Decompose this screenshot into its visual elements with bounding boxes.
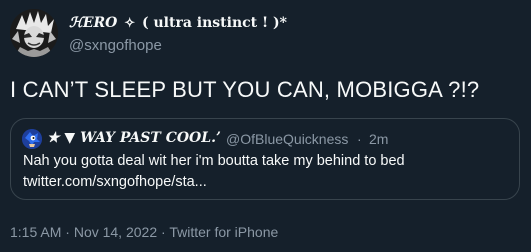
tweet-text: I CAN’T SLEEP BUT YOU CAN, MOBIGGA ?!? [10, 77, 480, 102]
quoted-avatar[interactable] [22, 129, 42, 149]
author-handle[interactable]: @sxngofhope [69, 37, 162, 54]
quoted-separator: · [357, 131, 362, 147]
quoted-handle[interactable]: @OfBlueQuickness [226, 131, 348, 147]
avatar-image [10, 9, 58, 57]
meta-separator: · [65, 224, 70, 240]
tweet-meta: 1:15 AM · Nov 14, 2022 · Twitter for iPh… [10, 224, 278, 240]
author-display-name[interactable]: ℋERO ✧ ( ultra instinct ! )* [69, 15, 287, 31]
author-name-suffix: ( ultra instinct ! )* [142, 15, 287, 31]
author-name-prefix: ℋERO [69, 15, 118, 31]
tweet-container: ℋERO ✧ ( ultra instinct ! )* @sxngofhope… [0, 0, 531, 252]
quoted-tweet-card[interactable]: ★ ▼ WAY PAST COOL.’ @OfBlueQuickness · 2… [10, 118, 520, 200]
meta-separator: · [161, 224, 166, 240]
tweet-date[interactable]: Nov 14, 2022 [74, 224, 157, 240]
quoted-time[interactable]: 2m [369, 131, 388, 147]
quoted-display-name[interactable]: ★ ▼ WAY PAST COOL.’ [47, 130, 221, 146]
avatar[interactable] [10, 9, 58, 57]
tweet-time[interactable]: 1:15 AM [10, 224, 61, 240]
tweet-source[interactable]: Twitter for iPhone [169, 224, 278, 240]
quoted-avatar-image [22, 129, 42, 149]
sparkle-icon: ✧ [124, 16, 136, 31]
quoted-text-link[interactable]: twitter.com/sxngofhope/sta... [23, 174, 207, 190]
quoted-text-line-1: Nah you gotta deal wit her i'm boutta ta… [23, 153, 405, 169]
